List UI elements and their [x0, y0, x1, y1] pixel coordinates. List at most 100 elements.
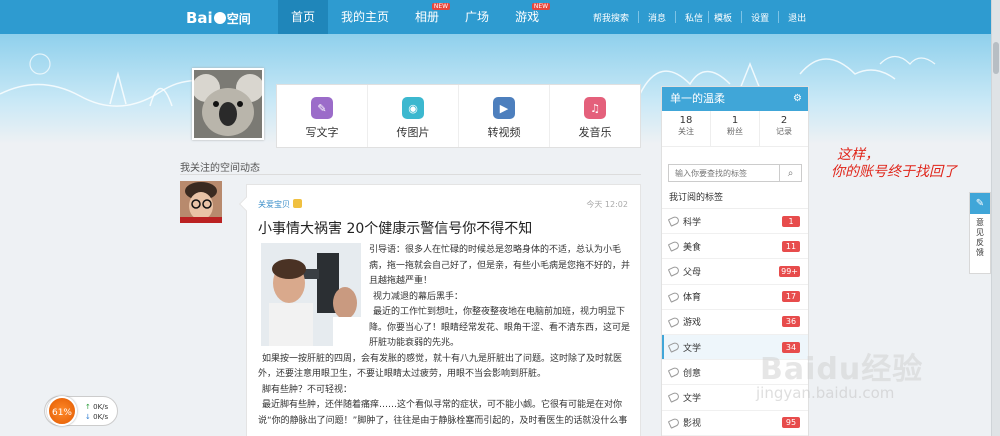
- nav-item-album[interactable]: 相册 NEW: [402, 0, 452, 34]
- link-template[interactable]: 模板: [714, 11, 732, 24]
- handwritten-annotation: 这样， 你的账号终于找回了: [831, 147, 957, 181]
- stat-number: 2: [780, 115, 788, 126]
- tag-icon: [667, 240, 681, 253]
- koala-avatar-image: [194, 70, 262, 138]
- baidu-space-logo[interactable]: Bai 空间: [186, 9, 251, 27]
- logo-text: Bai: [186, 9, 213, 27]
- post-title[interactable]: 小事情大祸害 20个健康示警信号你不得不知: [258, 218, 532, 238]
- link-search-help[interactable]: 帮我搜索: [593, 11, 629, 24]
- divider: [778, 11, 780, 23]
- new-badge: NEW: [531, 3, 551, 10]
- nav-label: 相册: [415, 10, 440, 24]
- stat-label: 关注: [678, 127, 694, 136]
- profile-stats: 18 关注 1 粉丝 2 记录: [662, 111, 808, 147]
- divider: [708, 11, 710, 23]
- gear-icon[interactable]: ⚙: [793, 87, 802, 111]
- link-settings[interactable]: 设置: [751, 11, 769, 24]
- author-avatar[interactable]: [180, 181, 222, 223]
- logo-sub-text: 空间: [226, 12, 251, 26]
- tag-count-badge: 11: [782, 240, 800, 252]
- tag-item[interactable]: 美食 11: [662, 234, 808, 260]
- pencil-icon: ✎: [311, 97, 333, 119]
- tag-name: 父母: [683, 267, 702, 278]
- divider: [741, 11, 743, 23]
- author-avatar-image: [180, 181, 222, 223]
- tag-name: 游戏: [683, 318, 702, 329]
- link-private-message[interactable]: 私信: [685, 11, 703, 24]
- profile-avatar[interactable]: [192, 68, 264, 140]
- nav-label: 游戏: [515, 10, 540, 24]
- user-links: 帮我搜索 消息 私信 模板 设置 退出: [593, 0, 806, 34]
- tag-item[interactable]: 游戏 36: [662, 310, 808, 335]
- subscribed-tags-title: 我订阅的标签: [662, 182, 808, 209]
- tag-count-badge: 99+: [779, 265, 800, 277]
- tag-item[interactable]: 科学 1: [662, 209, 808, 235]
- post-body: 引导语：很多人在忙碌的时候总是忽略身体的不适，总认为小毛病，拖一拖就会自己好了，…: [258, 243, 632, 429]
- stat-number: 1: [731, 115, 739, 126]
- divider: [638, 11, 640, 23]
- feedback-tab[interactable]: ✎ 意见反馈: [969, 192, 991, 274]
- pencil-icon: ✎: [970, 193, 990, 214]
- feed-section-title: 我关注的空间动态: [180, 163, 260, 174]
- link-messages[interactable]: 消息: [648, 11, 666, 24]
- camera-icon: ◉: [402, 97, 424, 119]
- post-paragraph: 最近脚有些肿，还伴随着痛痒……这个看似寻常的症状，可不能小觑。它很有可能是在对你…: [258, 400, 628, 426]
- divider: [675, 11, 677, 23]
- upload-photo-button[interactable]: ◉ 传图片: [368, 85, 459, 147]
- stat-label: 记录: [776, 127, 792, 136]
- network-speed-widget[interactable]: 61% ↑ 0K/s ↓ 0K/s: [44, 396, 118, 426]
- author-name[interactable]: 关爱宝贝: [258, 200, 290, 209]
- stat-records[interactable]: 2 记录: [760, 111, 808, 146]
- watermark-url: jingyan.baidu.com: [756, 384, 895, 402]
- search-icon[interactable]: ⌕: [779, 165, 801, 181]
- main-nav: 首页 我的主页 相册 NEW 广场 游戏 NEW: [278, 0, 552, 34]
- baidu-jingyan-watermark: Baidu经验: [760, 352, 924, 387]
- down-arrow-icon: ↓: [85, 413, 91, 421]
- post-pointer: [238, 196, 254, 212]
- tag-name: 影视: [683, 419, 702, 430]
- annotation-line: 这样，: [837, 147, 879, 163]
- play-icon: ▶: [493, 97, 515, 119]
- stat-fans[interactable]: 1 粉丝: [711, 111, 760, 146]
- nav-item-games[interactable]: 游戏 NEW: [502, 0, 552, 34]
- share-video-button[interactable]: ▶ 转视频: [459, 85, 550, 147]
- tag-item[interactable]: 影视 95: [662, 411, 808, 436]
- post-paragraph: 如果按一按肝脏的四周，会有发胀的感觉，就十有八九是肝脏出了问题。这时除了及时就医…: [258, 353, 623, 380]
- tag-icon: [667, 215, 681, 227]
- tag-search-input[interactable]: [669, 165, 779, 181]
- username[interactable]: 单一的温柔: [670, 92, 725, 105]
- upload-value: 0K/s: [93, 403, 109, 411]
- quick-post-actions: ✎ 写文字 ◉ 传图片 ▶ 转视频 ♫ 发音乐: [276, 84, 641, 148]
- tag-count-badge: 36: [782, 316, 800, 328]
- stat-following[interactable]: 18 关注: [662, 111, 711, 146]
- action-label: 传图片: [396, 126, 430, 139]
- up-arrow-icon: ↑: [85, 403, 91, 411]
- tag-icon: [667, 366, 681, 378]
- nav-item-plaza[interactable]: 广场: [452, 0, 502, 34]
- sidebar-header: 单一的温柔 ⚙: [662, 87, 808, 111]
- new-badge: NEW: [431, 3, 451, 10]
- page-scrollbar[interactable]: [991, 0, 1000, 436]
- write-text-button[interactable]: ✎ 写文字: [277, 85, 368, 147]
- link-logout[interactable]: 退出: [788, 11, 806, 24]
- tag-name: 美食: [683, 242, 702, 253]
- post-time: 今天 12:02: [586, 200, 628, 209]
- action-label: 写文字: [305, 126, 339, 139]
- annotation-line: 你的账号终于找回了: [831, 164, 957, 180]
- nav-item-home[interactable]: 首页: [278, 0, 329, 34]
- stat-label: 粉丝: [727, 127, 743, 136]
- tag-icon: [667, 265, 681, 278]
- tag-name: 科学: [683, 217, 702, 228]
- tag-icon: [667, 341, 681, 353]
- download-speed: ↓ 0K/s: [85, 413, 108, 421]
- post-author[interactable]: 关爱宝贝: [258, 199, 302, 210]
- tag-item[interactable]: 父母 99+: [662, 259, 808, 285]
- tag-item[interactable]: 体育 17: [662, 285, 808, 310]
- vip-icon: [293, 199, 302, 208]
- scrollbar-thumb[interactable]: [993, 42, 999, 74]
- memory-usage-circle: 61%: [47, 396, 77, 426]
- tag-icon: [667, 290, 681, 303]
- nav-item-my-home[interactable]: 我的主页: [328, 0, 402, 34]
- action-label: 转视频: [487, 126, 521, 139]
- post-music-button[interactable]: ♫ 发音乐: [550, 85, 640, 147]
